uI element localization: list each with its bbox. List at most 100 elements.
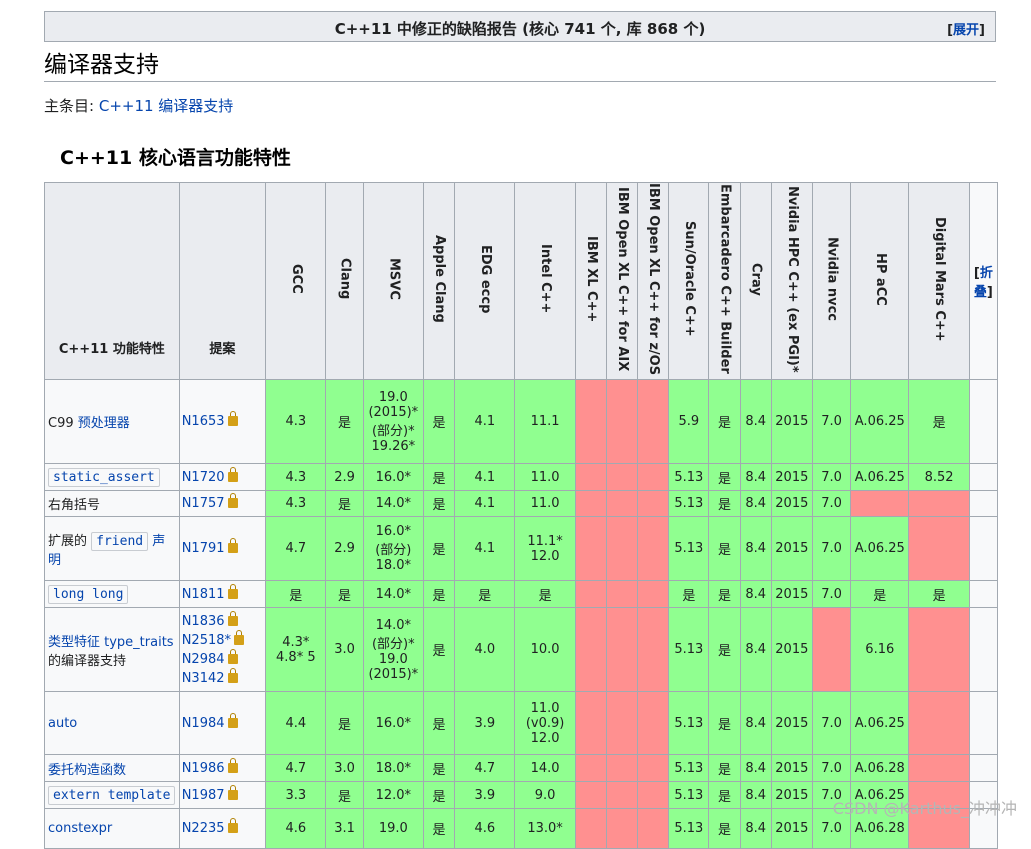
feature-link[interactable]: 委托构造函数 [48,763,126,778]
fold-column-cell [968,463,999,492]
support-cell: 是 [422,580,456,609]
feature-link[interactable]: 预处理器 [78,416,130,431]
support-cell: 4.1 [454,516,516,582]
lock-icon [227,818,238,834]
support-cell: 8.4 [739,580,772,609]
compiler-name: IBM Open XL C++ for z/OS [646,183,662,376]
support-cell: 是 [708,580,741,609]
proposal-link[interactable]: N1836 [182,614,225,629]
unsupported-cell [637,754,670,783]
compiler-name: Clang [337,258,353,300]
support-cell: 是 [265,580,327,609]
support-cell: 8.4 [739,490,772,518]
unsupported-cell [637,607,670,693]
support-cell: 是 [325,691,364,756]
support-cell: 11.0 [514,463,576,492]
support-cell: 是 [708,781,741,810]
expand-toggle[interactable]: [展开] [947,19,985,38]
support-cell: 16.0* [362,691,424,756]
feature-code-link[interactable]: static_assert [48,467,160,487]
proposal-link[interactable]: N1791 [182,541,225,556]
support-cell: 7.0 [811,516,852,582]
feature-link[interactable]: constexpr [48,821,112,836]
proposal-link[interactable]: N1984 [182,716,225,731]
support-cell: 2015 [770,490,813,518]
feature-code-link[interactable]: extern template [48,785,176,805]
header-compiler: IBM Open XL C++ for AIX [605,181,639,381]
support-cell: 是 [708,691,741,756]
unsupported-cell [908,490,970,518]
support-cell: 8.4 [739,781,772,810]
support-cell: 4.1 [454,490,516,518]
lock-icon [227,784,238,800]
support-cell: 5.13 [668,691,710,756]
header-compiler: Digital Mars C++ [908,181,970,381]
feature-link[interactable]: 类型特征 type_traits [48,635,174,650]
compiler-name: IBM XL C++ [583,235,599,323]
support-cell: 7.0 [811,691,852,756]
compiler-name: Sun/Oracle C++ [681,221,697,337]
proposal-link[interactable]: N3142 [182,671,225,686]
unsupported-cell [574,607,607,693]
support-cell: 2015 [770,516,813,582]
feature-code-link[interactable]: friend [91,531,149,551]
main-article-note: 主条目: C++11 编译器支持 [44,95,233,116]
unsupported-cell [637,580,670,609]
support-cell: 2015 [770,580,813,609]
lock-icon [227,583,238,599]
feature-text: 右角括号 [48,498,101,514]
feature-cell: C99 预处理器 [44,379,180,465]
proposal-link[interactable]: N2984 [182,652,225,667]
support-cell: 8.4 [739,463,772,492]
support-cell: 14.0* (部分)* 19.0 (2015)* [362,607,424,693]
compiler-name: Nvidia HPC C++ (ex PGI)* [784,185,800,373]
unsupported-cell [574,808,607,849]
support-cell: 4.1 [454,379,516,465]
main-article-link[interactable]: C++11 编译器支持 [99,97,233,115]
proposal-link[interactable]: N1987 [182,788,225,803]
proposal-link[interactable]: N1757 [182,496,225,511]
support-cell: 11.1 [514,379,576,465]
expand-link[interactable]: 展开 [953,23,979,38]
defect-reports-box: C++11 中修正的缺陷报告 (核心 741 个, 库 868 个) [展开] [44,11,996,42]
proposal-link[interactable]: N1986 [182,761,225,776]
collapse-toggle[interactable]: [折叠] [968,181,999,381]
compiler-name: GCC [288,264,304,294]
section-title: 编译器支持 [44,49,996,82]
unsupported-cell [605,580,639,609]
proposal-link[interactable]: N1653 [182,414,225,429]
support-cell: 4.4 [265,691,327,756]
unsupported-cell [605,463,639,492]
support-cell: 14.0* [362,490,424,518]
support-cell: 13.0* [514,808,576,849]
proposal-link[interactable]: N2235 [182,821,225,836]
support-cell: 是 [422,516,456,582]
proposal-cell: N1984 [178,691,267,756]
header-compiler: Embarcadero C++ Builder [708,181,741,381]
support-cell: 是 [325,490,364,518]
compiler-name: IBM Open XL C++ for AIX [614,186,630,372]
table-row: 类型特征 type_traits 的编译器支持 N1836 N2518* N2984 N… [44,607,999,693]
support-cell: 19.0 [362,808,424,849]
lock-icon [227,538,238,554]
support-cell: 是 [422,463,456,492]
support-cell: 是 [908,379,970,465]
fold-column-cell [968,580,999,609]
support-cell: 4.7 [454,754,516,783]
proposal-link[interactable]: N1720 [182,470,225,485]
table-row: 委托构造函数 N1986 4.7 3.0 18.0* 是 4.7 14.0 5.13 是 8.4 20… [44,754,999,783]
header-compiler: Sun/Oracle C++ [668,181,710,381]
proposal-link[interactable]: N2518* [182,633,231,648]
proposal-link[interactable]: N1811 [182,587,225,602]
support-cell: 5.13 [668,781,710,810]
support-cell: 是 [708,490,741,518]
support-cell: 是 [422,379,456,465]
support-cell: 4.6 [454,808,516,849]
unsupported-cell [908,691,970,756]
feature-code-link[interactable]: long long [48,584,129,604]
support-cell: 是 [325,781,364,810]
support-cell: 5.13 [668,463,710,492]
feature-link[interactable]: auto [48,716,77,731]
unsupported-cell [574,490,607,518]
header-proposal: 提案 [178,181,267,381]
